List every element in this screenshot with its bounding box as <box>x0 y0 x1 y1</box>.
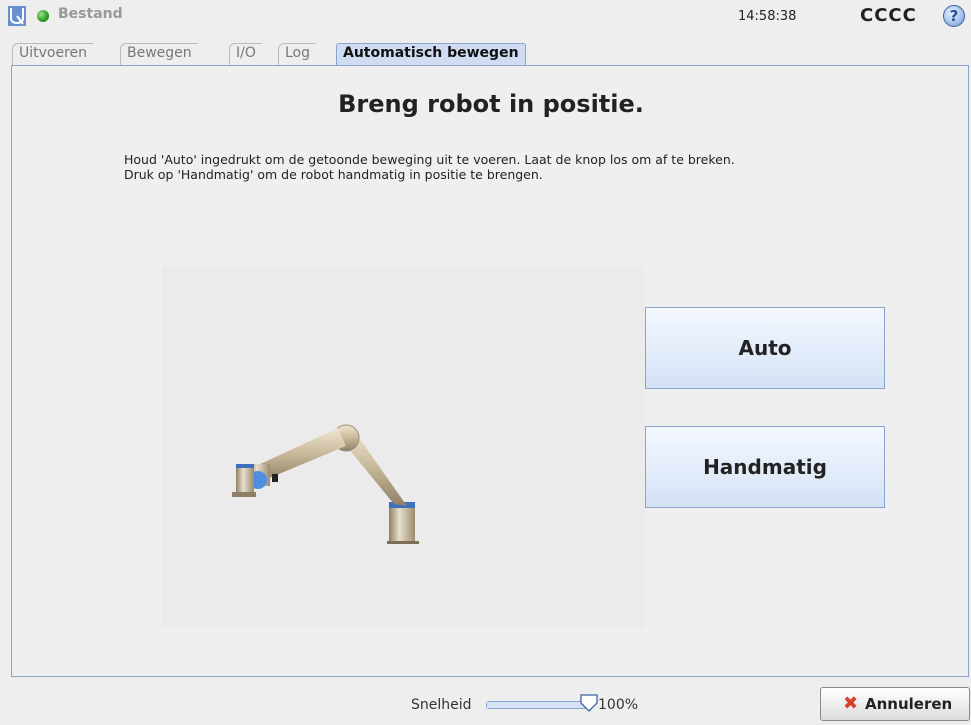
tab-automove[interactable]: Automatisch bewegen <box>336 43 526 65</box>
manual-button[interactable]: Handmatig <box>645 426 885 508</box>
robot-3d-view[interactable] <box>162 266 645 628</box>
help-icon[interactable]: ? <box>943 5 965 27</box>
page-title: Breng robot in positie. <box>338 90 644 118</box>
clock: 14:58:38 <box>738 9 797 24</box>
robot-arm-icon <box>232 424 419 544</box>
speed-slider-fill <box>487 702 587 708</box>
auto-button[interactable]: Auto <box>645 307 885 389</box>
ur-logo-icon <box>8 6 26 26</box>
cancel-label: Annuleren <box>865 695 953 713</box>
main-panel: Breng robot in positie. Houd 'Auto' inge… <box>11 65 969 677</box>
instructions: Houd 'Auto' ingedrukt om de getoonde bew… <box>124 152 735 182</box>
tab-log[interactable]: Log <box>278 43 317 65</box>
speed-slider-thumb[interactable] <box>580 694 598 712</box>
status-ok-icon <box>37 10 49 22</box>
speed-label: Snelheid <box>411 697 472 713</box>
tab-move[interactable]: Bewegen <box>120 43 198 65</box>
cancel-button[interactable]: ✖ Annuleren <box>820 687 970 721</box>
bottom-bar: Snelheid 100% ✖ Annuleren <box>0 677 971 725</box>
tab-io[interactable]: I/O <box>229 43 262 65</box>
top-bar: Bestand 14:58:38 CCCC ? <box>0 0 971 42</box>
instruction-line-1: Houd 'Auto' ingedrukt om de getoonde bew… <box>124 152 735 167</box>
file-menu[interactable]: Bestand <box>58 6 123 22</box>
close-icon: ✖ <box>843 693 859 714</box>
tab-run[interactable]: Uitvoeren <box>12 43 94 65</box>
speed-value: 100% <box>598 697 639 713</box>
instruction-line-2: Druk op 'Handmatig' om de robot handmati… <box>124 167 543 182</box>
robot-name: CCCC <box>860 5 917 26</box>
speed-slider[interactable] <box>486 701 588 709</box>
